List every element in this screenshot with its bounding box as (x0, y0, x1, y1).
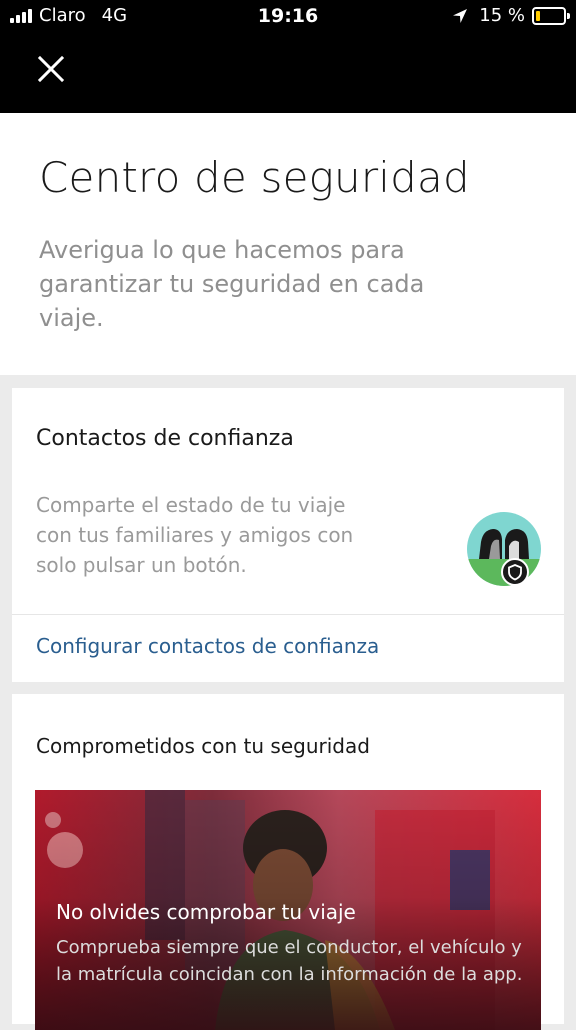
top-bar: Claro 4G 19:16 15 % (0, 0, 576, 113)
battery-percent: 15 % (479, 5, 525, 26)
configure-trusted-contacts-link[interactable]: Configurar contactos de confianza (36, 634, 379, 658)
hero-title: No olvides comprobar tu viaje (56, 900, 356, 924)
location-arrow-icon (453, 8, 468, 23)
battery-icon (532, 6, 570, 25)
trusted-contacts-description: Comparte el estado de tu viaje con tus f… (36, 493, 354, 577)
trusted-contacts-title: Contactos de confianza (36, 426, 294, 451)
status-bar: Claro 4G 19:16 15 % (0, 0, 576, 34)
safety-commitment-card: Comprometidos con tu seguridad No olvide… (12, 694, 564, 1030)
page-title: Centro de seguridad (39, 153, 470, 202)
intro-section: Centro de seguridad Averigua lo que hace… (0, 113, 576, 375)
safety-commitment-title: Comprometidos con tu seguridad (36, 734, 370, 758)
trusted-contacts-card: Contactos de confianza Comparte el estad… (12, 388, 564, 682)
shield-icon (501, 558, 529, 586)
safety-hero-banner[interactable]: No olvides comprobar tu viaje Comprueba … (35, 790, 541, 1030)
close-icon[interactable] (34, 52, 68, 86)
hero-description: Comprueba siempre que el conductor, el v… (56, 937, 523, 985)
page-subtitle: Averigua lo que hacemos para garantizar … (39, 236, 425, 332)
divider (12, 614, 564, 615)
